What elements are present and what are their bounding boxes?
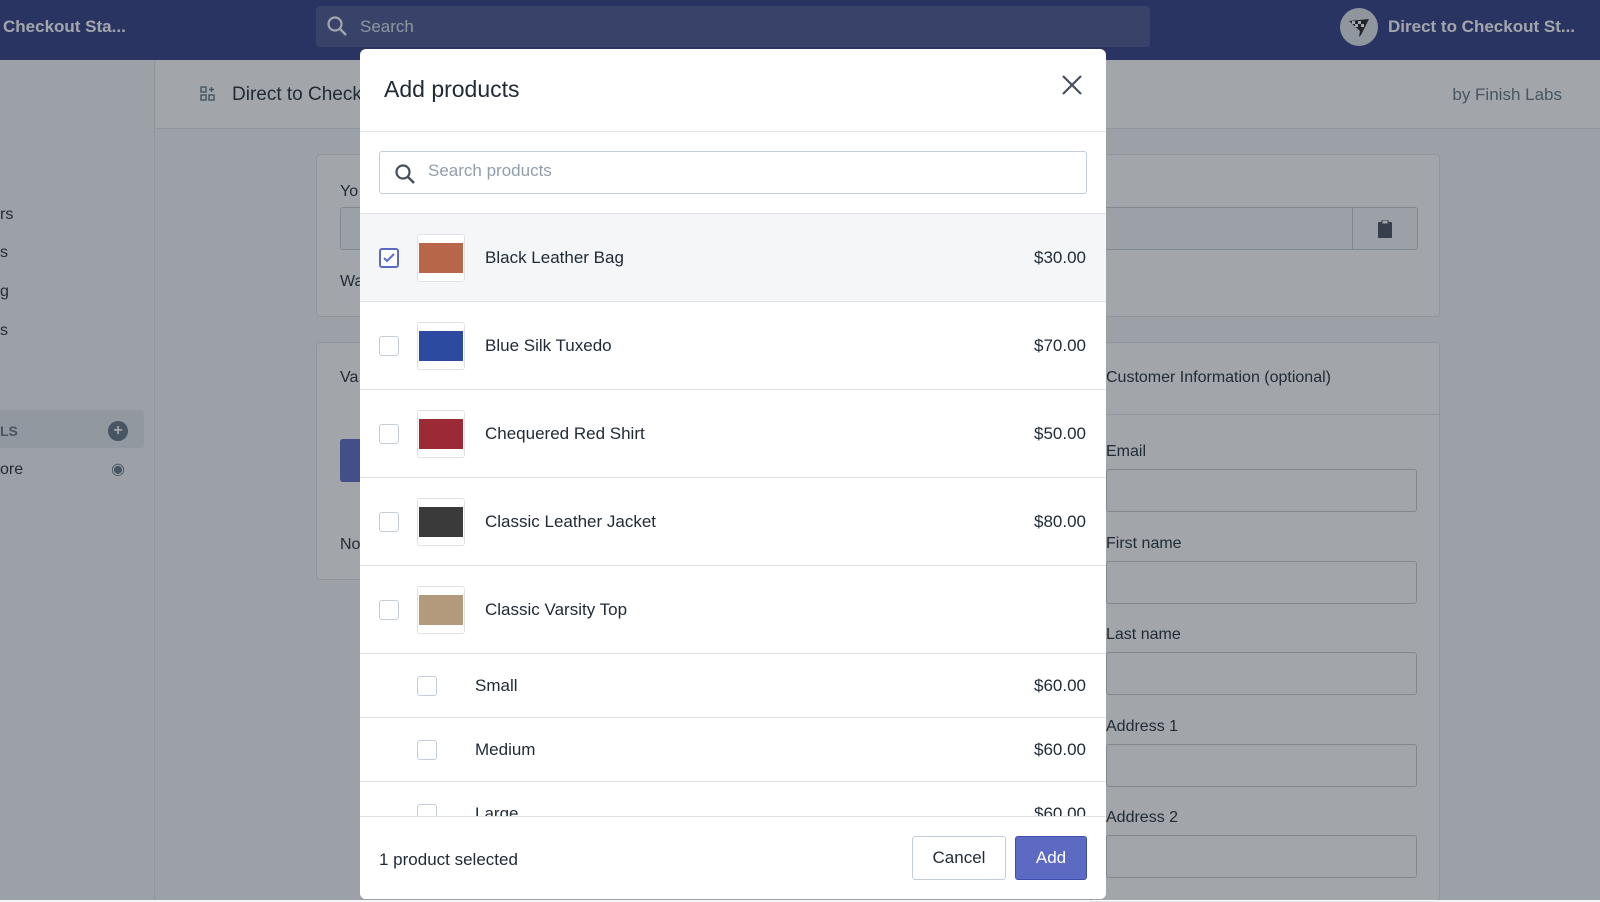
variant-price: $60.00 [1034, 804, 1086, 816]
product-list: Black Leather Bag $30.00 Blue Silk Tuxed… [360, 214, 1106, 816]
variant-checkbox[interactable] [417, 804, 437, 816]
variant-row[interactable]: Medium $60.00 [360, 718, 1106, 782]
product-price: $50.00 [1034, 424, 1086, 443]
product-row[interactable]: Chequered Red Shirt $50.00 [360, 390, 1106, 478]
product-thumbnail [417, 498, 465, 546]
product-checkbox[interactable] [379, 512, 399, 532]
add-button[interactable]: Add [1015, 836, 1087, 880]
variant-name: Medium [475, 740, 536, 759]
product-checkbox[interactable] [379, 600, 399, 620]
product-search-input[interactable] [428, 161, 1068, 181]
selected-count: 1 product selected [379, 850, 518, 869]
product-row[interactable]: Blue Silk Tuxedo $70.00 [360, 302, 1106, 390]
variant-name: Small [475, 676, 518, 695]
product-name: Black Leather Bag [485, 248, 624, 267]
product-thumbnail [417, 322, 465, 370]
product-name: Blue Silk Tuxedo [485, 336, 612, 355]
product-row[interactable]: Classic Varsity Top [360, 566, 1106, 654]
product-price: $30.00 [1034, 248, 1086, 267]
product-price: $70.00 [1034, 336, 1086, 355]
modal-footer: 1 product selected Cancel Add [360, 816, 1106, 899]
modal-title: Add products [384, 76, 520, 102]
cancel-button[interactable]: Cancel [912, 836, 1006, 880]
product-name: Classic Varsity Top [485, 600, 628, 619]
product-checkbox[interactable] [379, 336, 399, 356]
product-checkbox[interactable] [379, 248, 399, 268]
variant-price: $60.00 [1034, 676, 1086, 695]
product-search[interactable] [379, 151, 1087, 194]
product-name: Classic Leather Jacket [485, 512, 657, 531]
product-row[interactable]: Black Leather Bag $30.00 [360, 214, 1106, 302]
product-thumbnail [417, 234, 465, 282]
variant-name: Large [475, 804, 519, 816]
variant-row[interactable]: Large $60.00 [360, 782, 1106, 816]
product-price: $80.00 [1034, 512, 1086, 531]
checkmark-icon [383, 253, 395, 263]
close-button[interactable] [1060, 73, 1084, 102]
product-row[interactable]: Classic Leather Jacket $80.00 [360, 478, 1106, 566]
variant-row[interactable]: Small $60.00 [360, 654, 1106, 718]
add-products-modal: Add products Black Leather Bag $30.00 Bl… [360, 49, 1106, 899]
variant-price: $60.00 [1034, 740, 1086, 759]
product-name: Chequered Red Shirt [485, 424, 645, 443]
variant-checkbox[interactable] [417, 676, 437, 696]
product-thumbnail [417, 586, 465, 634]
search-icon [395, 164, 415, 184]
product-checkbox[interactable] [379, 424, 399, 444]
close-icon [1062, 75, 1082, 95]
product-thumbnail [417, 410, 465, 458]
variant-checkbox[interactable] [417, 740, 437, 760]
